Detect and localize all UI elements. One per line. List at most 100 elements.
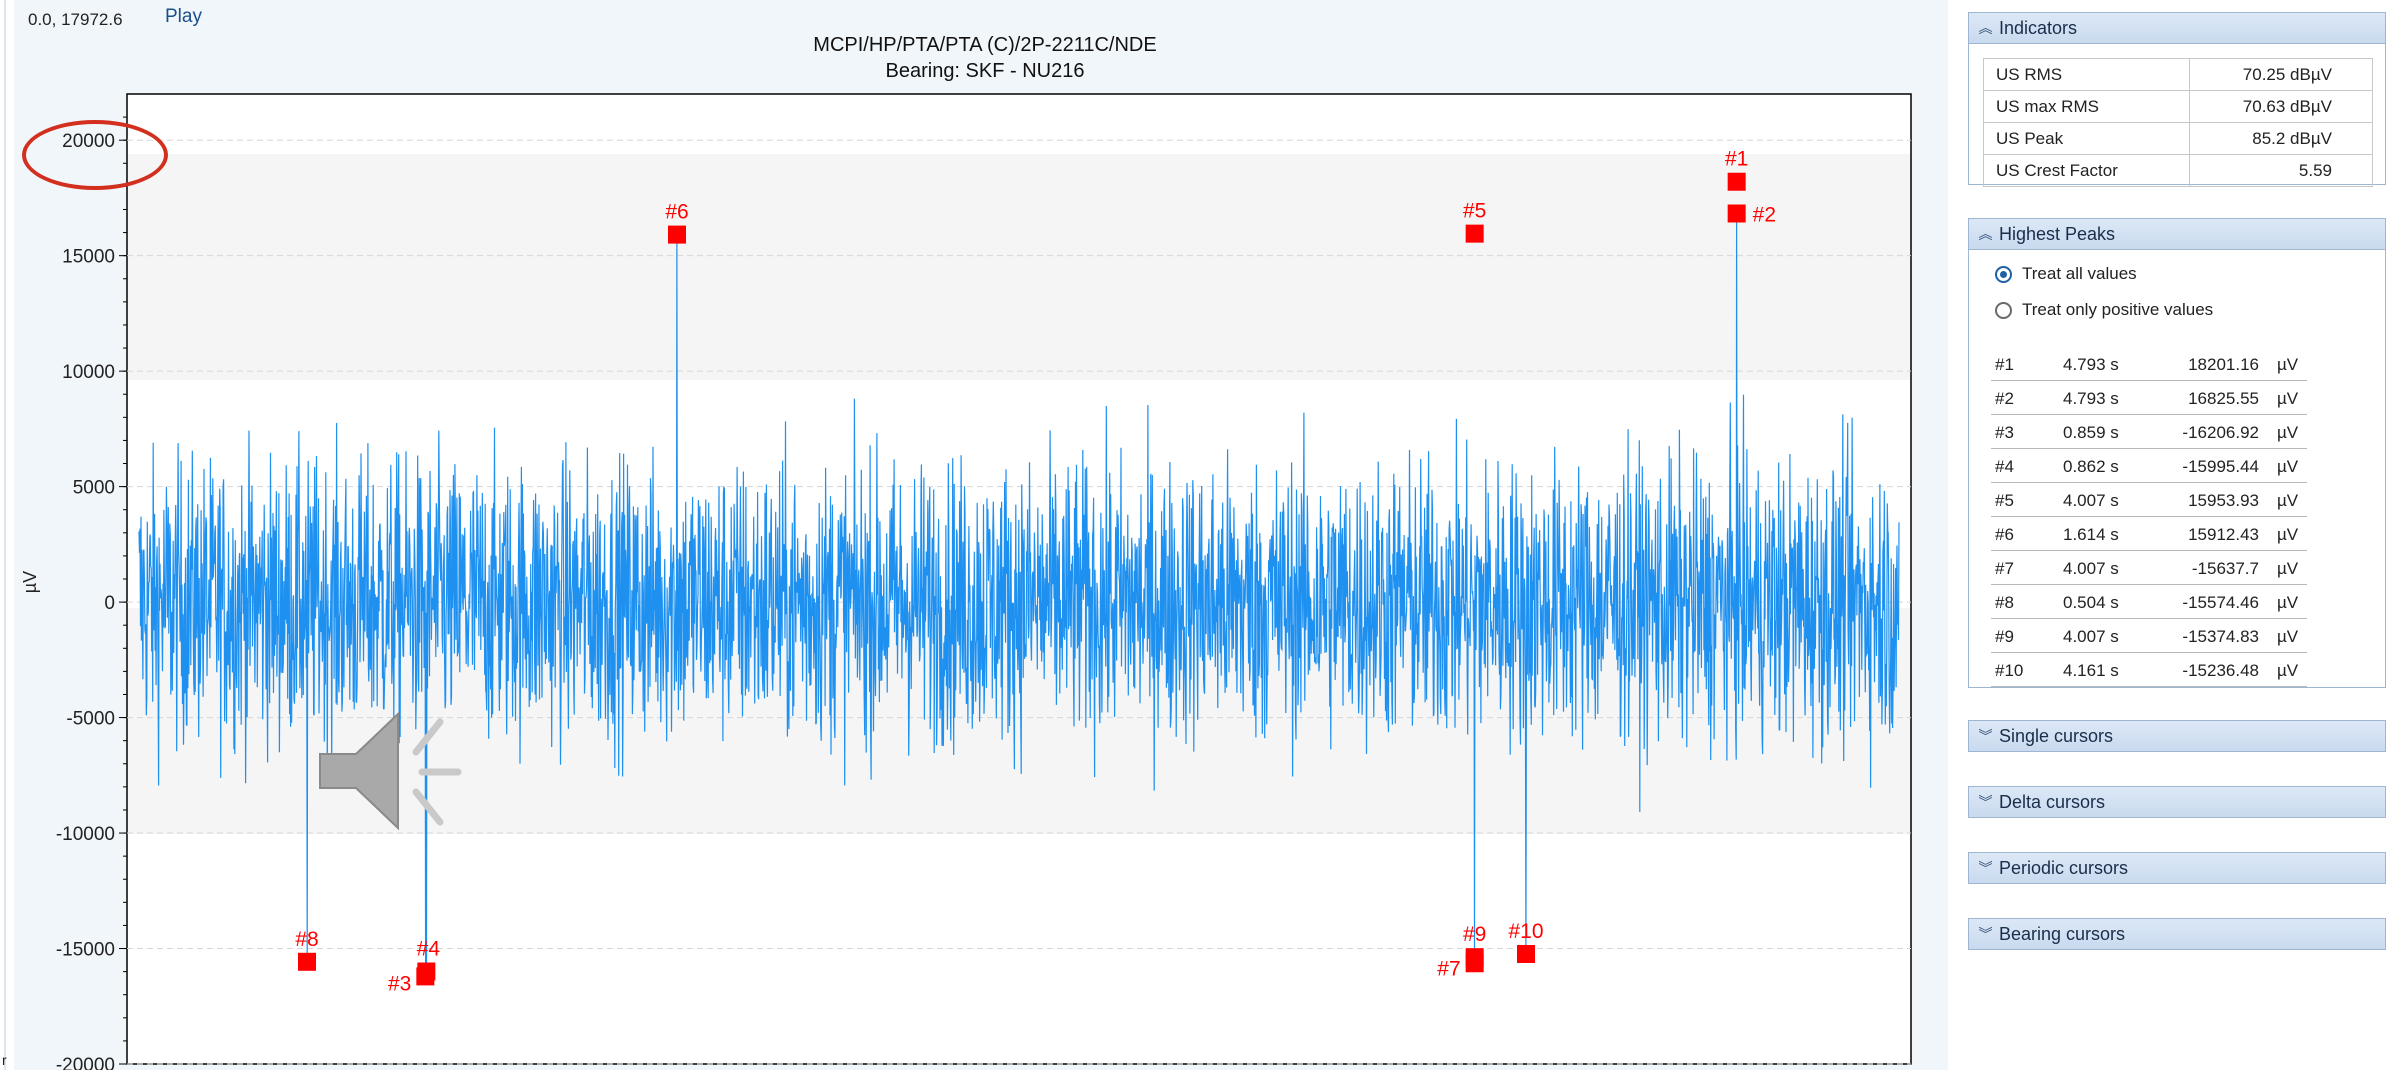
peak-id: #2 bbox=[1995, 389, 2014, 408]
periodic-cursors-header[interactable]: ︾ Periodic cursors bbox=[1968, 852, 2386, 884]
indicator-label: US Peak bbox=[1983, 122, 2190, 155]
peak-label: #4 bbox=[417, 938, 441, 961]
peak-marker[interactable] bbox=[1517, 944, 1535, 963]
indicator-row: US max RMS 70.63 dBµV bbox=[1983, 90, 2373, 123]
peak-time: 4.007 s bbox=[2063, 491, 2119, 510]
peak-unit: µV bbox=[2277, 389, 2299, 408]
peak-id: #8 bbox=[1995, 593, 2014, 612]
peak-value: 15912.43 bbox=[2188, 525, 2259, 544]
speaker-icon[interactable] bbox=[316, 700, 476, 840]
indicator-row: US Peak 85.2 dBµV bbox=[1983, 122, 2373, 155]
bearing-cursors-title: Bearing cursors bbox=[1999, 923, 2126, 944]
peak-value: -15374.83 bbox=[2182, 627, 2259, 646]
peak-row: #2 4.793 s 16825.55 µV bbox=[1991, 382, 2307, 415]
indicator-value: 85.2 dBµV bbox=[2189, 122, 2373, 155]
peak-id: #1 bbox=[1995, 355, 2014, 374]
peak-id: #5 bbox=[1995, 491, 2014, 510]
peak-unit: µV bbox=[2277, 559, 2299, 578]
peak-marker[interactable] bbox=[1465, 948, 1484, 967]
bearing-cursors-header[interactable]: ︾ Bearing cursors bbox=[1968, 918, 2386, 950]
peak-id: #7 bbox=[1995, 559, 2014, 578]
single-cursors-title: Single cursors bbox=[1999, 725, 2114, 746]
highest-peaks-header[interactable]: ︽ Highest Peaks bbox=[1968, 218, 2386, 250]
radio-checked-icon[interactable] bbox=[1995, 265, 2012, 283]
peak-row: #3 0.859 s -16206.92 µV bbox=[1991, 416, 2307, 449]
peak-id: #9 bbox=[1995, 627, 2014, 646]
peak-id: #6 bbox=[1995, 525, 2014, 544]
y-axis-label: µV bbox=[20, 571, 40, 593]
highest-peaks-title: Highest Peaks bbox=[1999, 223, 2116, 244]
peak-row: #7 4.007 s -15637.7 µV bbox=[1991, 552, 2307, 585]
peak-time: 4.793 s bbox=[2063, 389, 2119, 408]
indicators-table: US RMS 70.25 dBµV US max RMS 70.63 dBµV … bbox=[1983, 58, 2373, 187]
peak-value: 18201.16 bbox=[2188, 355, 2259, 374]
treat-all-values-label: Treat all values bbox=[2022, 264, 2137, 283]
peak-unit: µV bbox=[2277, 593, 2299, 612]
peak-label: #9 bbox=[1463, 923, 1486, 946]
y-tick-label: 10000 bbox=[62, 362, 115, 383]
peak-marker[interactable] bbox=[1727, 204, 1746, 223]
chevron-down-icon: ︾ bbox=[1978, 728, 1993, 744]
waveform-chart[interactable]: 20000150001000050000-5000-10000-15000-20… bbox=[0, 0, 1950, 1070]
peak-marker[interactable] bbox=[668, 225, 686, 244]
peak-time: 4.161 s bbox=[2063, 661, 2119, 680]
peak-marker[interactable] bbox=[1465, 224, 1484, 243]
peak-time: 0.504 s bbox=[2063, 593, 2119, 612]
delta-cursors-header[interactable]: ︾ Delta cursors bbox=[1968, 786, 2386, 818]
indicator-row: US RMS 70.25 dBµV bbox=[1983, 58, 2373, 91]
y-tick-label: -5000 bbox=[66, 709, 115, 730]
peak-value: 16825.55 bbox=[2188, 389, 2259, 408]
chevron-down-icon: ︾ bbox=[1978, 860, 1993, 876]
peak-unit: µV bbox=[2277, 457, 2299, 476]
peak-value: -15995.44 bbox=[2182, 457, 2259, 476]
treat-positive-values-option[interactable]: Treat only positive values bbox=[1995, 300, 2213, 320]
highlight-circle bbox=[22, 120, 168, 190]
y-axis-ticks: 20000150001000050000-5000-10000-15000-20… bbox=[56, 116, 127, 1070]
delta-cursors-title: Delta cursors bbox=[1999, 791, 2106, 812]
peak-id: #10 bbox=[1995, 661, 2024, 680]
peak-label: #10 bbox=[1508, 920, 1543, 943]
indicator-label: US RMS bbox=[1983, 58, 2190, 91]
peak-label: #7 bbox=[1437, 957, 1460, 980]
peak-marker[interactable] bbox=[1727, 172, 1746, 191]
indicators-header[interactable]: ︽ Indicators bbox=[1968, 12, 2386, 44]
y-tick-label: 15000 bbox=[62, 247, 115, 268]
peak-row: #8 0.504 s -15574.46 µV bbox=[1991, 586, 2307, 619]
indicator-value: 70.25 dBµV bbox=[2189, 58, 2373, 91]
peak-id: #3 bbox=[1995, 423, 2014, 442]
peak-time: 0.859 s bbox=[2063, 423, 2119, 442]
peak-label: #8 bbox=[295, 928, 318, 951]
peak-time: 1.614 s bbox=[2063, 525, 2119, 544]
periodic-cursors-title: Periodic cursors bbox=[1999, 857, 2129, 878]
radio-unchecked-icon[interactable] bbox=[1995, 301, 2012, 319]
y-tick-label: -20000 bbox=[56, 1055, 115, 1070]
peak-value: -15236.48 bbox=[2182, 661, 2259, 680]
peak-unit: µV bbox=[2277, 525, 2299, 544]
peak-row: #5 4.007 s 15953.93 µV bbox=[1991, 484, 2307, 517]
peak-time: 0.862 s bbox=[2063, 457, 2119, 476]
peak-marker[interactable] bbox=[298, 952, 316, 971]
side-panel: ︽ Indicators US RMS 70.25 dBµV US max RM… bbox=[1950, 0, 2392, 1070]
indicators-body: US RMS 70.25 dBµV US max RMS 70.63 dBµV … bbox=[1968, 44, 2386, 187]
peak-row: #6 1.614 s 15912.43 µV bbox=[1991, 518, 2307, 551]
peak-unit: µV bbox=[2277, 355, 2299, 374]
chevron-up-icon: ︽ bbox=[1978, 20, 1993, 36]
chevron-up-icon: ︽ bbox=[1978, 226, 1993, 242]
highest-peaks-body: Treat all values Treat only positive val… bbox=[1968, 250, 2386, 688]
peak-row: #4 0.862 s -15995.44 µV bbox=[1991, 450, 2307, 483]
indicator-row: US Crest Factor 5.59 bbox=[1983, 154, 2373, 187]
peak-unit: µV bbox=[2277, 423, 2299, 442]
peak-unit: µV bbox=[2277, 627, 2299, 646]
indicators-title: Indicators bbox=[1999, 17, 2078, 38]
peak-row: #10 4.161 s -15236.48 µV bbox=[1991, 654, 2307, 687]
peak-label: #5 bbox=[1463, 200, 1486, 223]
peak-marker[interactable] bbox=[417, 962, 436, 981]
peak-label: #6 bbox=[665, 201, 688, 224]
indicator-label: US Crest Factor bbox=[1983, 154, 2190, 187]
peak-row: #9 4.007 s -15374.83 µV bbox=[1991, 620, 2307, 653]
peak-time: 4.007 s bbox=[2063, 559, 2119, 578]
treat-all-values-option[interactable]: Treat all values bbox=[1995, 264, 2137, 284]
peak-label: #1 bbox=[1725, 148, 1748, 171]
peak-value: -16206.92 bbox=[2182, 423, 2259, 442]
single-cursors-header[interactable]: ︾ Single cursors bbox=[1968, 720, 2386, 752]
